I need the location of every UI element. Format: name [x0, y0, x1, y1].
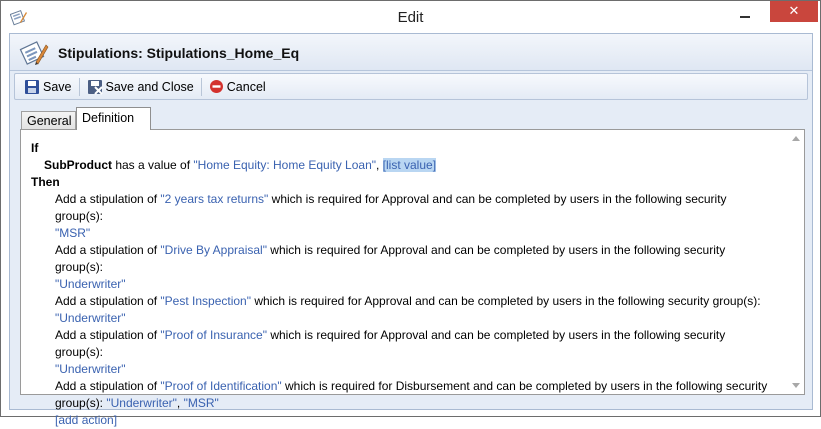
if-keyword: If	[31, 141, 39, 155]
security-group-link[interactable]: "Underwriter"	[106, 396, 177, 410]
stipulation-link[interactable]: "2 years tax returns"	[160, 192, 268, 206]
action-line: Add a stipulation of "Proof of Insurance…	[55, 327, 776, 361]
group-separator: ,	[176, 396, 184, 410]
page-title: Stipulations: Stipulations_Home_Eq	[58, 45, 300, 61]
stipulation-link[interactable]: "Drive By Appraisal"	[160, 243, 267, 257]
condition-separator: ,	[376, 158, 383, 172]
security-group-link[interactable]: "Underwriter"	[55, 311, 126, 325]
action-groups-line: "Underwriter"	[55, 310, 776, 327]
condition-field: SubProduct	[44, 158, 112, 172]
cancel-label: Cancel	[226, 79, 266, 94]
condition-value-link[interactable]: "Home Equity: Home Equity Loan"	[193, 158, 376, 172]
action-prefix: Add a stipulation of	[55, 294, 161, 308]
action-groups-line: "Underwriter"	[55, 276, 776, 293]
action-line: Add a stipulation of "2 years tax return…	[55, 191, 776, 225]
action-prefix: Add a stipulation of	[55, 243, 161, 257]
action-middle: which is required for Approval and can b…	[250, 294, 761, 308]
toolbar-separator	[200, 77, 202, 96]
tab-general[interactable]: General	[21, 111, 76, 130]
security-group-link[interactable]: "Underwriter"	[55, 277, 126, 291]
toolbar-separator	[78, 77, 80, 96]
action-item: Add a stipulation of "Drive By Appraisal…	[31, 242, 776, 293]
action-groups-line: group(s): "Underwriter", "MSR"	[55, 395, 776, 412]
action-groups-line: "MSR"	[55, 225, 776, 242]
add-action-link[interactable]: [add action]	[55, 413, 117, 427]
save-and-close-button[interactable]: Save and Close	[84, 76, 197, 98]
action-line: Add a stipulation of "Drive By Appraisal…	[55, 242, 776, 276]
save-button[interactable]: Save	[21, 76, 75, 98]
action-groups-line: "Underwriter"	[55, 361, 776, 378]
edit-window: Edit ✕ Stipulations: Stipulations_Home_E…	[0, 0, 821, 427]
scroll-up-icon[interactable]	[792, 136, 800, 141]
action-prefix: Add a stipulation of	[55, 328, 161, 342]
condition-line: SubProduct has a value of "Home Equity: …	[31, 157, 776, 174]
action-prefix: Add a stipulation of	[55, 379, 161, 393]
document-pen-icon	[19, 41, 49, 65]
save-and-close-label: Save and Close	[105, 79, 194, 94]
action-middle: which is required for Disbursement and c…	[281, 379, 768, 393]
then-keyword: Then	[31, 175, 60, 189]
save-icon	[25, 79, 39, 94]
action-line: Add a stipulation of "Pest Inspection" w…	[55, 293, 776, 310]
editor-content: Stipulations: Stipulations_Home_Eq Save …	[9, 33, 813, 427]
minimize-icon	[740, 16, 750, 18]
security-group-link[interactable]: "MSR"	[184, 396, 219, 410]
stipulation-link[interactable]: "Proof of Insurance"	[160, 328, 267, 342]
security-group-link[interactable]: "MSR"	[55, 226, 90, 240]
action-line: Add a stipulation of "Proof of Identific…	[55, 378, 776, 395]
stipulation-link[interactable]: "Proof of Identification"	[160, 379, 281, 393]
action-item: Add a stipulation of "Pest Inspection" w…	[31, 293, 776, 327]
minimize-button[interactable]	[723, 1, 767, 31]
close-icon: ✕	[788, 4, 800, 19]
definition-panel: If SubProduct has a value of "Home Equit…	[20, 129, 805, 427]
save-close-icon	[87, 79, 103, 95]
add-action-line: [add action]	[31, 412, 776, 429]
action-item: Add a stipulation of "2 years tax return…	[31, 191, 776, 242]
cancel-icon	[209, 80, 223, 93]
title-bar[interactable]: Edit ✕	[1, 1, 820, 33]
tab-definition[interactable]: Definition	[76, 107, 151, 130]
scroll-down-icon[interactable]	[792, 383, 800, 388]
toolbar: Save Save and Close Cancel	[14, 73, 808, 100]
stipulation-link[interactable]: "Pest Inspection"	[160, 294, 251, 308]
action-groups-text: group(s):	[55, 396, 107, 410]
condition-text: has a value of	[112, 158, 194, 172]
action-item: Add a stipulation of "Proof of Insurance…	[31, 327, 776, 378]
rule-definition: If SubProduct has a value of "Home Equit…	[31, 140, 776, 429]
save-label: Save	[43, 79, 72, 94]
action-item: Add a stipulation of "Proof of Identific…	[31, 378, 776, 412]
page-header: Stipulations: Stipulations_Home_Eq	[10, 34, 812, 71]
close-button[interactable]: ✕	[770, 1, 818, 22]
list-value-link[interactable]: [list value]	[382, 158, 437, 172]
cancel-button[interactable]: Cancel	[206, 76, 269, 98]
vertical-scrollbar[interactable]	[787, 130, 804, 394]
window-title: Edit	[397, 9, 424, 26]
action-prefix: Add a stipulation of	[55, 192, 161, 206]
security-group-link[interactable]: "Underwriter"	[55, 362, 126, 376]
